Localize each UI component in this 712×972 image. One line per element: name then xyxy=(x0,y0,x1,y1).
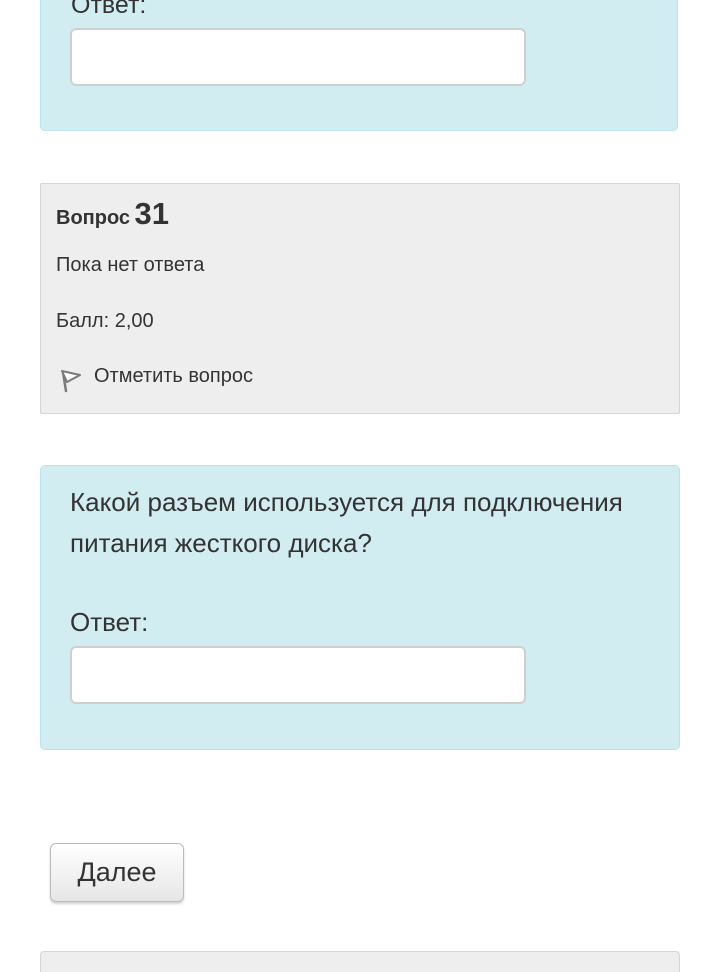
question-state: Пока нет ответа xyxy=(56,254,205,276)
quiz-page: Ответ: Вопрос 31 Пока нет ответа Балл: 2… xyxy=(0,0,712,972)
answer-input[interactable] xyxy=(70,646,526,704)
flag-question-link[interactable]: Отметить вопрос xyxy=(56,364,253,394)
previous-answer-input[interactable] xyxy=(70,28,526,86)
previous-question-formulation: Ответ: xyxy=(40,0,678,131)
previous-answer-label: Ответ: xyxy=(71,0,147,19)
question-number: 31 xyxy=(134,196,169,231)
question-grade: Балл: 2,00 xyxy=(56,310,154,332)
question-text: Какой разъем используется для подключени… xyxy=(70,487,623,558)
flag-icon[interactable] xyxy=(56,364,86,394)
next-button[interactable]: Далее xyxy=(50,843,184,902)
question-number-heading: Вопрос 31 xyxy=(56,196,169,232)
next-question-info xyxy=(40,951,680,972)
question-formulation: Какой разъем используется для подключени… xyxy=(40,465,680,750)
answer-label: Ответ: xyxy=(70,607,149,637)
question-word: Вопрос xyxy=(56,207,131,229)
flag-question-label: Отметить вопрос xyxy=(94,364,253,387)
question-info: Вопрос 31 Пока нет ответа Балл: 2,00 Отм… xyxy=(40,183,680,414)
